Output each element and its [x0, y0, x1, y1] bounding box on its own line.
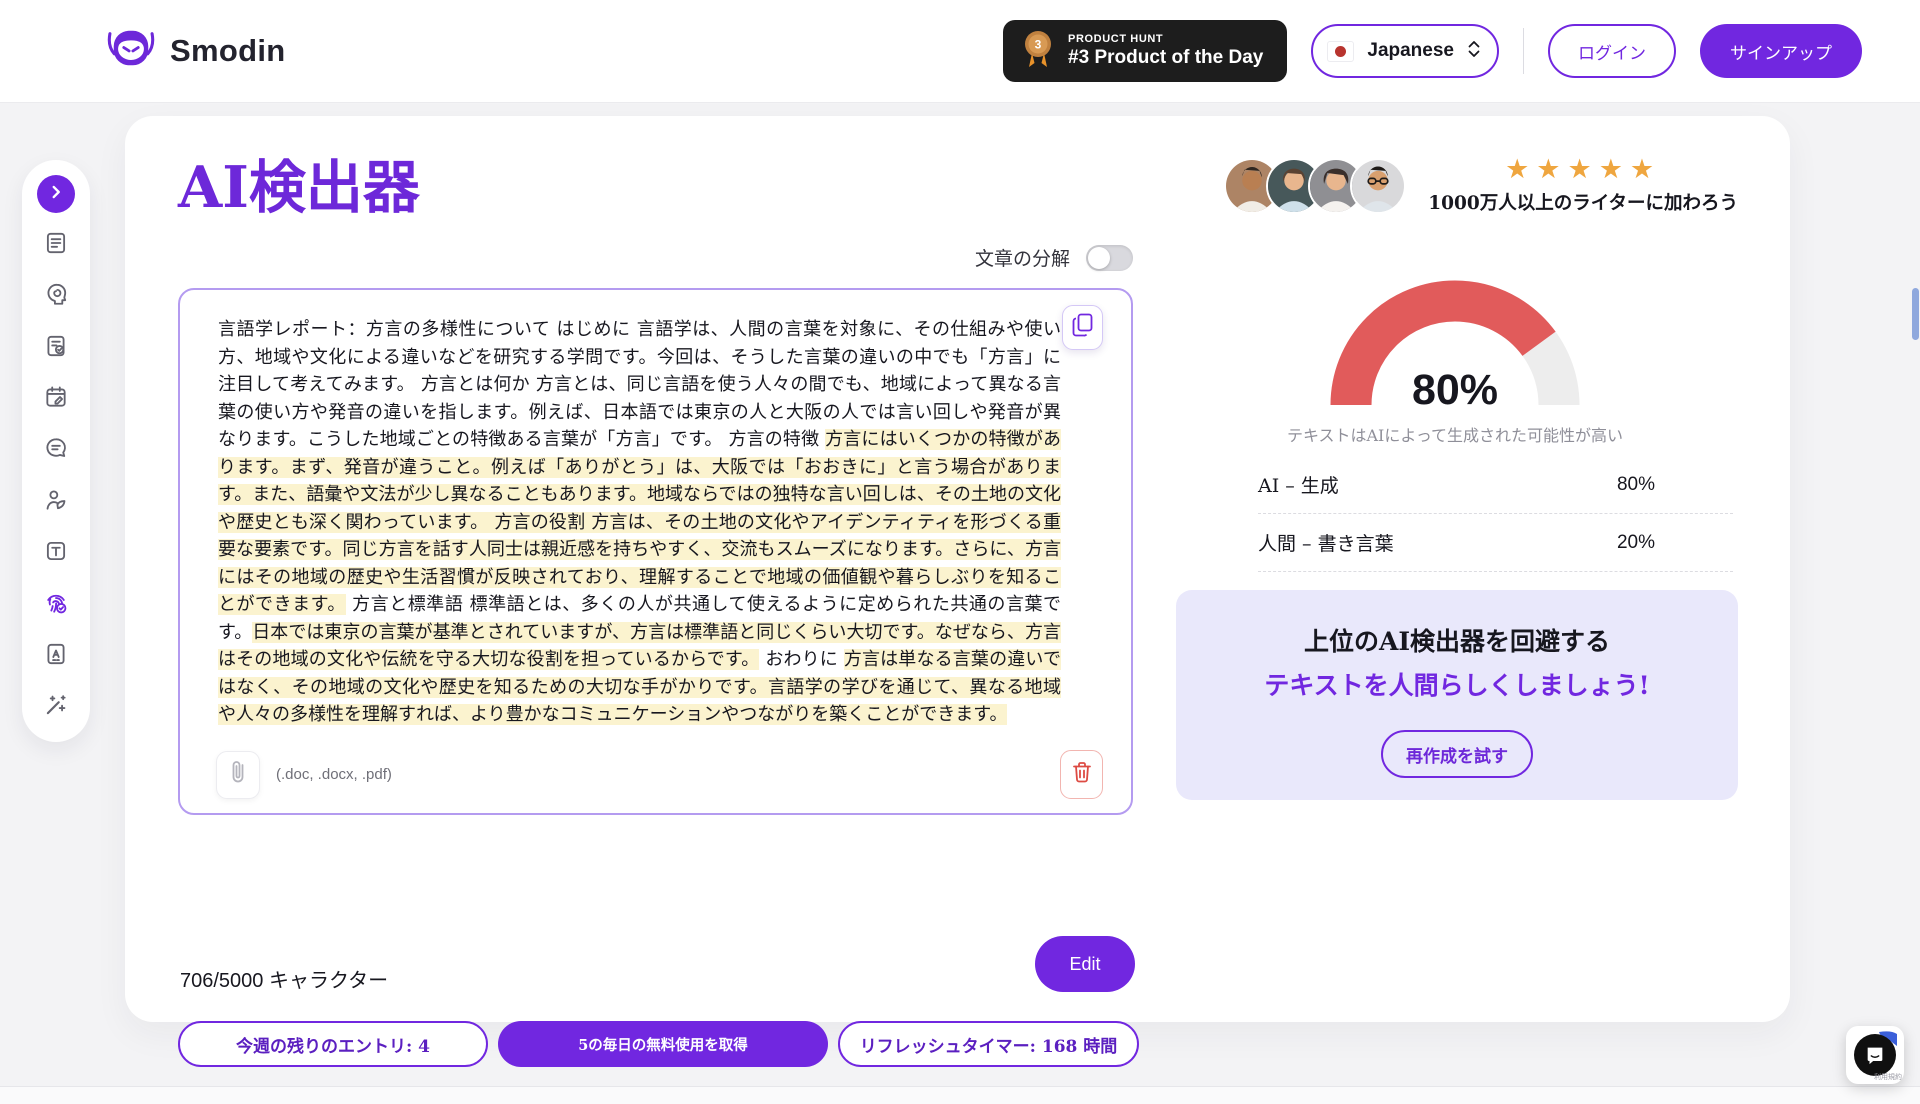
signup-button[interactable]: サインアップ [1700, 24, 1862, 78]
copy-button[interactable] [1062, 305, 1103, 350]
product-hunt-eyebrow: PRODUCT HUNT [1068, 33, 1263, 45]
toggle-knob [1088, 247, 1110, 269]
page-bottom-strip [0, 1086, 1920, 1104]
document-lines-icon [43, 230, 69, 261]
result-value: 20% [1617, 532, 1655, 554]
sidebar-item-ai-tools[interactable] [37, 689, 75, 727]
medal-icon: 3 [1021, 27, 1055, 76]
editor-text-segment: おわりに [759, 649, 843, 670]
detection-results-table: AI – 生成 80% 人間 – 書き言葉 20% [1258, 456, 1733, 572]
text-editor[interactable]: 言語学レポート：方言の多様性について はじめに 言語学は、人間の言葉を対象に、そ… [178, 288, 1133, 815]
chevron-right-icon [45, 181, 67, 208]
japan-flag-icon [1327, 41, 1354, 62]
result-label: 人間 – 書き言葉 [1258, 529, 1394, 556]
scrollbar-thumb[interactable] [1912, 288, 1919, 340]
plagiarism-check-icon [43, 333, 69, 364]
join-writers-text: 1000万人以上のライターに加わろう [1428, 189, 1738, 215]
ai-score-gauge: 80% [1330, 280, 1580, 405]
notes-edit-icon [43, 384, 69, 415]
attachment-hint: (.doc, .docx, .pdf) [276, 766, 392, 783]
gauge-percentage: 80% [1330, 366, 1580, 415]
table-row: 人間 – 書き言葉 20% [1258, 514, 1733, 572]
avatar-group [1224, 158, 1406, 214]
chat-widget-button[interactable]: 利用規約 [1846, 1026, 1904, 1084]
cta-subheading: テキストを人間らしくしましょう! [1176, 666, 1738, 702]
delete-text-button[interactable] [1060, 750, 1103, 799]
entries-remaining-button[interactable]: 今週の残りのエントリ: 4 [178, 1021, 488, 1067]
language-label: Japanese [1367, 40, 1454, 62]
get-free-uses-button[interactable]: 5の毎日の無料使用を取得 [498, 1021, 828, 1067]
chat-bubble-icon [1854, 1034, 1896, 1076]
brand-name: Smodin [170, 33, 285, 69]
avatar [1350, 158, 1406, 214]
sidebar-item-plagiarism-checker[interactable] [37, 329, 75, 367]
sidebar-item-grader[interactable] [37, 638, 75, 676]
editor-highlight-segment: 方言にはいくつかの特徴があります。まず、発音が違うこと。例えば「ありがとう」は、… [218, 429, 1061, 615]
result-value: 80% [1617, 474, 1655, 496]
paperclip-icon [229, 759, 247, 790]
chat-summary-icon [43, 435, 69, 466]
gauge-caption: テキストはAIによって生成された可能性が高い [1230, 422, 1680, 446]
social-proof: ★★★★★ 1000万人以上のライターに加わろう [1224, 156, 1738, 215]
sentence-breakdown-toggle[interactable] [1086, 245, 1133, 271]
humanize-cta-card: 上位のAI検出器を回避する テキストを人間らしくしましょう! 再作成を試す [1176, 590, 1738, 800]
ai-detector-fingerprint-icon [43, 590, 69, 621]
sidebar-item-rewriter[interactable] [37, 226, 75, 264]
trash-icon [1071, 760, 1093, 789]
svg-text:3: 3 [1035, 37, 1042, 51]
product-hunt-title: #3 Product of the Day [1068, 47, 1263, 69]
tools-sidebar [22, 160, 90, 742]
page-title: AI検出器 [178, 142, 420, 224]
try-recreate-button[interactable]: 再作成を試す [1381, 730, 1533, 778]
sidebar-expand-button[interactable] [37, 175, 75, 213]
magic-wand-icon [43, 692, 69, 723]
sidebar-item-ai-writer[interactable] [37, 278, 75, 316]
file-grade-icon [43, 641, 69, 672]
edit-button[interactable]: Edit [1035, 936, 1135, 992]
sidebar-item-homework[interactable] [37, 381, 75, 419]
chevron-updown-icon [1467, 39, 1481, 64]
language-selector[interactable]: Japanese [1311, 24, 1499, 78]
five-star-rating: ★★★★★ [1505, 156, 1661, 183]
sidebar-item-ai-grader[interactable] [37, 483, 75, 521]
text-tool-icon [43, 538, 69, 569]
editor-text: 言語学レポート：方言の多様性について はじめに 言語学は、人間の言葉を対象に、そ… [218, 316, 1061, 729]
header-divider [1523, 28, 1524, 74]
person-writer-icon [43, 487, 69, 518]
sentence-breakdown-label: 文章の分解 [975, 244, 1070, 271]
sidebar-item-title-generator[interactable] [37, 535, 75, 573]
character-count: 706/5000 キャラクター [180, 964, 388, 993]
product-hunt-badge[interactable]: 3 PRODUCT HUNT #3 Product of the Day [1003, 20, 1287, 82]
attach-file-button[interactable] [216, 751, 260, 799]
table-row: AI – 生成 80% [1258, 456, 1733, 514]
smodin-logo-icon [106, 26, 156, 77]
terms-mini-label[interactable]: 利用規約 [1874, 1072, 1902, 1082]
result-label: AI – 生成 [1258, 471, 1339, 498]
login-button[interactable]: ログイン [1548, 24, 1676, 78]
sidebar-item-summarizer[interactable] [37, 432, 75, 470]
sidebar-item-ai-detector[interactable] [37, 586, 75, 624]
main-card: AI検出器 文章の分解 言語学レポート：方言の多様性について はじめに 言語学は… [125, 116, 1790, 1022]
copy-icon [1072, 313, 1093, 342]
ai-head-icon [43, 281, 69, 312]
header: Smodin 3 PRODUCT HUNT #3 Product of the … [0, 0, 1920, 103]
cta-heading: 上位のAI検出器を回避する [1176, 622, 1738, 658]
refresh-timer-button[interactable]: リフレッシュタイマー: 168 時間 [838, 1021, 1139, 1067]
brand[interactable]: Smodin [106, 26, 285, 77]
